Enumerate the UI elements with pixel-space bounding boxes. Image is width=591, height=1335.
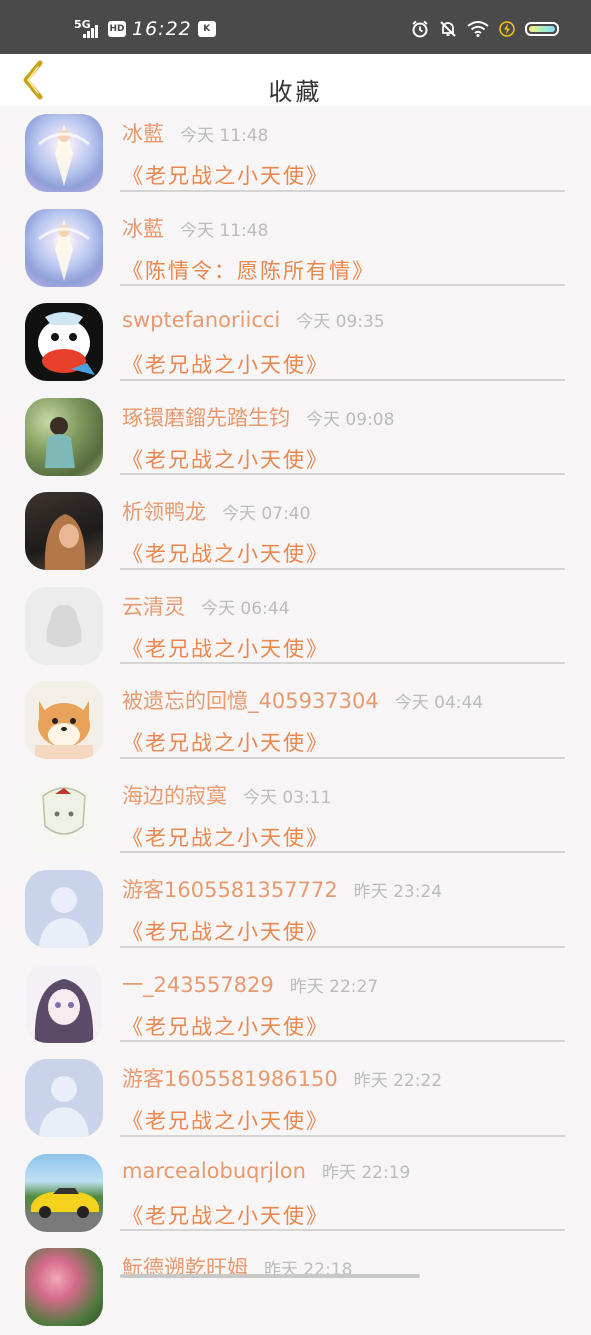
divider — [120, 1134, 565, 1137]
divider — [120, 189, 565, 192]
user-name[interactable]: 游客1605581986150 — [122, 1067, 338, 1091]
user-name[interactable]: 一_243557829 — [122, 973, 274, 997]
girl-photo-avatar[interactable] — [25, 397, 103, 476]
divider — [120, 662, 565, 664]
signal-icon: 5G — [74, 19, 102, 39]
anime-girl-avatar[interactable] — [25, 964, 103, 1043]
list-item[interactable]: 琢镮磨鎦先踏生钧 今天 09:08 《老兄战之小天使》 — [0, 390, 591, 485]
list-item[interactable]: 游客1605581357772 昨天 23:24 《老兄战之小天使》 — [0, 862, 591, 957]
user-name[interactable]: 冰藍 — [122, 122, 164, 146]
app-badge: K — [197, 21, 216, 37]
book-title[interactable]: 《老兄战之小天使》 — [122, 727, 329, 757]
book-title[interactable]: 《老兄战之小天使》 — [122, 160, 329, 190]
divider — [120, 1229, 565, 1231]
book-title[interactable]: 《老兄战之小天使》 — [122, 349, 329, 379]
list-item[interactable]: 魭德遡乾旺姆 昨天 22:18 — [0, 1240, 591, 1335]
book-title[interactable]: 《老兄战之小天使》 — [122, 538, 329, 568]
page-title: 收藏 — [268, 78, 323, 106]
divider — [120, 567, 565, 570]
divider — [120, 378, 565, 381]
shiba-avatar[interactable] — [25, 681, 103, 759]
user-name[interactable]: 冰藍 — [122, 217, 164, 241]
list-item[interactable]: 一_243557829 昨天 22:27 《老兄战之小天使》 — [0, 957, 591, 1052]
timestamp: 昨天 23:24 — [353, 882, 443, 902]
top-bar: 收藏 — [0, 54, 591, 106]
timestamp: 今天 11:48 — [180, 126, 269, 146]
alarm-icon — [412, 20, 428, 38]
timestamp: 今天 03:11 — [243, 787, 332, 808]
portrait-avatar[interactable] — [25, 492, 103, 570]
divider — [120, 756, 565, 759]
list-item[interactable]: 海边的寂寞 今天 03:11 《老兄战之小天使》 — [0, 768, 591, 863]
user-name[interactable]: 海边的寂寞 — [122, 784, 227, 808]
timestamp: 今天 04:44 — [394, 693, 484, 713]
divider — [120, 284, 565, 286]
monkey-avatar[interactable] — [25, 303, 103, 381]
timestamp: 今天 09:35 — [296, 312, 385, 332]
timestamp: 今天 07:40 — [222, 504, 311, 524]
timestamp: 今天 11:48 — [180, 220, 269, 241]
list-item[interactable]: 冰藍 今天 11:48 《陈情令：愿陈所有情》 — [0, 201, 591, 296]
book-title[interactable]: 《老兄战之小天使》 — [122, 1011, 329, 1041]
user-name[interactable]: 琢镮磨鎦先踏生钧 — [122, 406, 290, 430]
divider — [120, 1040, 565, 1042]
timestamp: 昨天 22:19 — [321, 1162, 411, 1183]
default-penguin-avatar[interactable] — [25, 586, 103, 665]
divider — [120, 851, 565, 853]
list-item[interactable]: 云清灵 今天 06:44 《老兄战之小天使》 — [0, 579, 591, 674]
battery-icon — [525, 22, 559, 36]
default-person-avatar[interactable] — [25, 870, 103, 948]
list-item[interactable]: swptefanoriicci 今天 09:35 《老兄战之小天使》 — [0, 295, 591, 390]
default-person-avatar[interactable] — [25, 1059, 103, 1137]
book-title[interactable]: 《老兄战之小天使》 — [122, 1105, 329, 1135]
wifi-icon — [467, 21, 489, 37]
user-name[interactable]: 云清灵 — [122, 595, 185, 619]
book-title[interactable]: 《老兄战之小天使》 — [122, 633, 329, 663]
car-avatar[interactable] — [25, 1153, 103, 1232]
user-name[interactable]: 被遗忘的回憶_405937304 — [122, 689, 379, 713]
list-item[interactable]: marcealobuqrjlon 昨天 22:19 《老兄战之小天使》 — [0, 1146, 591, 1241]
fairy-avatar[interactable] — [25, 208, 103, 287]
fairy-avatar[interactable] — [25, 114, 103, 192]
timestamp: 今天 06:44 — [201, 598, 290, 619]
book-title[interactable]: 《老兄战之小天使》 — [122, 444, 329, 474]
book-title[interactable]: 《老兄战之小天使》 — [122, 916, 329, 946]
clock: 16:22 — [132, 18, 192, 40]
book-title[interactable]: 《老兄战之小天使》 — [122, 1200, 329, 1230]
status-bar: 5G HD 16:22 K — [0, 0, 591, 54]
list-item[interactable]: 被遗忘的回憶_405937304 今天 04:44 《老兄战之小天使》 — [0, 673, 591, 768]
list-item[interactable]: 冰藍 今天 11:48 《老兄战之小天使》 — [0, 106, 591, 201]
book-title[interactable]: 《陈情令：愿陈所有情》 — [122, 255, 375, 285]
flower-avatar[interactable] — [25, 1248, 103, 1326]
charging-icon — [499, 21, 515, 37]
list-item[interactable]: 析领鸭龙 今天 07:40 《老兄战之小天使》 — [0, 484, 591, 579]
favorites-list: 冰藍 今天 11:48 《老兄战之小天使》 冰藍 今天 11:48 《陈情令：愿陈所… — [0, 106, 591, 1335]
hd-badge: HD — [108, 21, 126, 37]
divider — [120, 473, 565, 475]
anime-sketch-avatar[interactable] — [25, 775, 103, 854]
timestamp: 昨天 22:22 — [353, 1071, 443, 1091]
scroll-indicator — [120, 1274, 420, 1278]
user-name[interactable]: 游客1605581357772 — [122, 878, 338, 902]
timestamp: 今天 09:08 — [306, 409, 395, 430]
list-item[interactable]: 游客1605581986150 昨天 22:22 《老兄战之小天使》 — [0, 1051, 591, 1146]
mute-icon — [440, 21, 456, 37]
user-name[interactable]: swptefanoriicci — [122, 308, 280, 332]
divider — [120, 945, 565, 948]
user-name[interactable]: 析领鸭龙 — [122, 500, 206, 524]
user-name[interactable]: marcealobuqrjlon — [122, 1159, 306, 1183]
book-title[interactable]: 《老兄战之小天使》 — [122, 822, 329, 852]
timestamp: 昨天 22:27 — [289, 976, 379, 997]
